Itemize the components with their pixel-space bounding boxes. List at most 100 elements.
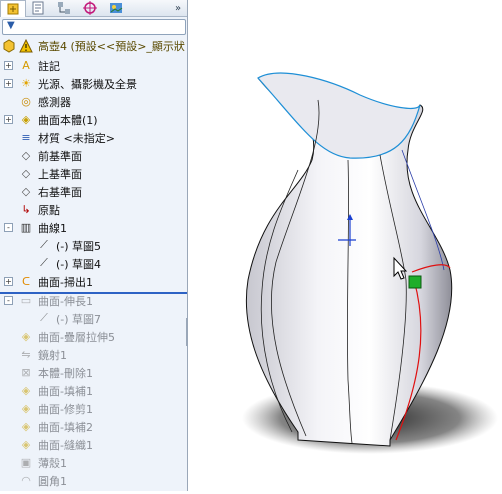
expand-toggle[interactable]: - [4,223,13,232]
feature-label: 註記 [38,60,60,73]
feature-icon: ⇋ [21,347,31,361]
feature-icon: ◎ [21,94,31,108]
feature-label: (-) 草圖7 [56,313,102,326]
suppressed-feature-item[interactable]: ◠ 圓角1 [0,471,187,489]
feature-item[interactable]: + A 註記 [0,56,187,74]
expand-toggle[interactable]: + [4,115,13,124]
feature-label: (-) 草圖5 [56,240,102,253]
feature-label: 感測器 [38,96,71,109]
feature-label: 曲面-縫織1 [38,439,93,452]
configuration-icon [58,2,70,14]
vase-model [242,72,498,454]
feature-label: 上基準面 [38,168,82,181]
feature-tree-icon [7,3,19,15]
feature-icon: ☀ [21,76,31,90]
feature-item[interactable]: ≡ 材質 <未指定> [0,128,187,146]
feature-item[interactable]: ⟋ (-) 草圖4 [0,254,187,272]
feature-item[interactable]: + ᑕ 曲面-掃出1 [0,272,187,290]
part-icon [2,39,16,53]
feature-label: 曲面-填補1 [38,385,93,398]
feature-item[interactable]: ↳ 原點 [0,200,187,218]
feature-label: 材質 <未指定> [38,132,115,145]
feature-label: 本體-刪除1 [38,367,93,380]
feature-icon: ◈ [21,401,31,415]
filter-field[interactable]: ▼ [2,19,186,35]
tree-root[interactable]: 高壺4 (預設<<預設>_顯示狀 [0,37,187,55]
feature-label: 原點 [38,204,60,217]
more-tabs-button[interactable]: » [170,0,186,16]
feature-label: 曲面-修剪1 [38,403,93,416]
warning-icon [19,39,33,53]
feature-label: 曲面本體(1) [38,114,98,127]
display-manager-tab[interactable] [104,0,128,16]
feature-label: 薄殼1 [38,457,67,470]
feature-icon: ↳ [21,202,31,216]
feature-icon: ▭ [20,293,32,307]
configuration-manager-tab[interactable] [52,0,76,16]
feature-label: 光源、攝影機及全景 [38,78,137,91]
feature-label: 曲線1 [38,222,67,235]
expand-toggle[interactable]: - [4,296,13,305]
feature-label: (-) 草圖4 [56,258,102,271]
feature-item[interactable]: + ◈ 曲面本體(1) [0,110,187,128]
feature-icon: ⟋ [40,238,48,251]
graphics-area[interactable] [188,0,502,491]
feature-item[interactable]: ◇ 右基準面 [0,182,187,200]
feature-icon: ⟋ [40,311,48,324]
expand-toggle[interactable]: + [4,79,13,88]
feature-label: 曲面-掃出1 [38,276,93,289]
feature-icon: ᑕ [21,274,31,288]
feature-icon: ◈ [21,383,31,397]
expand-toggle[interactable]: + [4,61,13,70]
feature-icon: ≡ [21,130,31,144]
vase-rim [257,72,421,159]
feature-manager-panel: » ▼ 高壺4 (預設<<預設>_顯示狀 + A 註記 + ☀ 光源、攝影機及全景 ◎ 感測器… [0,0,188,491]
feature-icon: ◠ [21,473,31,487]
feature-item[interactable]: ◇ 前基準面 [0,146,187,164]
feature-label: 右基準面 [38,186,82,199]
suppressed-feature-item[interactable]: ◈ 曲面-填補1 [0,381,187,399]
feature-icon: ◈ [21,329,31,343]
feature-icon: A [22,58,30,72]
dimxpert-tab[interactable] [78,0,102,16]
feature-icon: ▣ [20,455,32,469]
feature-label: 鏡射1 [38,349,67,362]
feature-manager-tab[interactable] [0,0,26,17]
suppressed-feature-item[interactable]: ◈ 曲面-疊層拉伸5 [0,327,187,345]
feature-label: 曲面-填補2 [38,421,93,434]
feature-label: 圓角1 [38,475,67,488]
suppressed-feature-item[interactable]: ◈ 曲面-填補2 [0,417,187,435]
suppressed-feature-item[interactable]: ◈ 曲面-修剪1 [0,399,187,417]
feature-icon: ⊠ [21,365,31,379]
feature-icon: ◈ [21,112,31,126]
feature-item[interactable]: ◎ 感測器 [0,92,187,110]
feature-label: 前基準面 [38,150,82,163]
feature-icon: ⟋ [40,256,48,269]
rollback-bar[interactable] [0,292,187,294]
suppressed-feature-item[interactable]: ⟋ (-) 草圖7 [0,309,187,327]
feature-label: 曲面-伸長1 [38,295,93,308]
expand-toggle[interactable]: + [4,277,13,286]
suppressed-feature-item[interactable]: ◈ 曲面-縫織1 [0,435,187,453]
feature-item[interactable]: + ☀ 光源、攝影機及全景 [0,74,187,92]
feature-icon: ◇ [21,166,31,180]
root-label: 高壺4 (預設<<預設>_顯示狀 [38,40,185,53]
feature-item[interactable]: ⟋ (-) 草圖5 [0,236,187,254]
feature-item[interactable]: ◇ 上基準面 [0,164,187,182]
feature-icon: ◈ [21,437,31,451]
property-icon [32,1,44,15]
filter-icon: ▼ [7,20,15,31]
feature-label: 曲面-疊層拉伸5 [38,331,115,344]
feature-icon: ▥ [20,220,32,234]
feature-icon: ◈ [21,419,31,433]
suppressed-feature-item[interactable]: ⊠ 本體-刪除1 [0,363,187,381]
property-manager-tab[interactable] [26,0,50,16]
suppressed-feature-item[interactable]: ▣ 薄殼1 [0,453,187,471]
suppressed-feature-item[interactable]: ⇋ 鏡射1 [0,345,187,363]
feature-item[interactable]: - ▥ 曲線1 [0,218,187,236]
display-icon [110,3,123,13]
drag-handle[interactable] [408,275,422,289]
feature-icon: ◇ [21,148,31,162]
crosshair-icon [83,1,97,15]
panel-tabs: » [0,0,187,17]
